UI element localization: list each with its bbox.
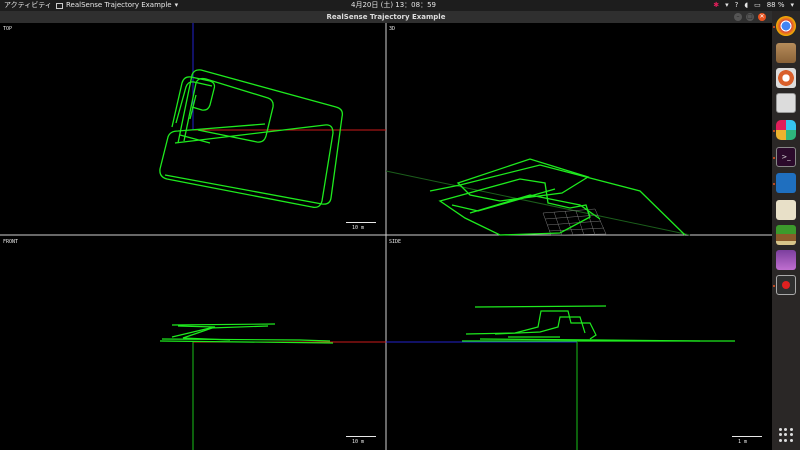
- maximize-button[interactable]: □: [746, 13, 754, 21]
- app-menu[interactable]: RealSense Trajectory Example ▾: [56, 0, 178, 11]
- record-dot: [782, 281, 790, 289]
- running-indicator: [773, 285, 775, 287]
- volume-icon[interactable]: ◖: [744, 0, 748, 11]
- trajectory-viewer[interactable]: TOP 3D FRONT SIDE 10 m 10 m 1 m: [0, 23, 772, 450]
- 3d-view-y-axis: [385, 170, 691, 236]
- app-menu-label: RealSense Trajectory Example: [66, 1, 172, 9]
- battery-icon[interactable]: ▭: [754, 0, 761, 11]
- scale-line: [346, 436, 376, 437]
- 3d-view-grid: [542, 208, 607, 236]
- side-view-trajectory: [462, 305, 735, 342]
- side-view-scale-label: 1 m: [738, 439, 748, 445]
- minimize-button[interactable]: –: [734, 13, 742, 21]
- screen-recorder-icon[interactable]: [776, 275, 796, 295]
- slack-icon[interactable]: [776, 120, 796, 140]
- running-indicator: [773, 26, 775, 28]
- show-apps-icon[interactable]: [779, 428, 793, 442]
- files-icon[interactable]: [776, 43, 796, 63]
- side-view-scale: 1 m: [732, 436, 762, 445]
- slack-tray-icon[interactable]: ✱: [713, 0, 719, 11]
- close-button[interactable]: ✕: [758, 13, 766, 21]
- question-icon[interactable]: ?: [735, 0, 739, 11]
- chevron-down-icon[interactable]: ▾: [790, 0, 794, 11]
- front-view-scale: 10 m: [346, 436, 376, 445]
- top-view-scale-label: 10 m: [352, 225, 365, 231]
- calculator-icon[interactable]: [776, 93, 796, 113]
- scale-line: [732, 436, 762, 437]
- clock[interactable]: 4月20日 (土) 13：08：59: [351, 0, 436, 11]
- document-icon[interactable]: [776, 200, 796, 220]
- system-top-bar: アクティビティ RealSense Trajectory Example ▾ 4…: [0, 0, 800, 11]
- activities-button[interactable]: アクティビティ: [4, 0, 52, 11]
- settings-icon[interactable]: [776, 68, 796, 88]
- application-dock: >_: [772, 11, 800, 450]
- top-view-label: TOP: [3, 26, 13, 32]
- app-window-icon: [56, 2, 63, 9]
- window-title: RealSense Trajectory Example: [326, 13, 446, 21]
- 3d-view-trajectory: [429, 158, 686, 236]
- chrome-icon[interactable]: [776, 16, 796, 36]
- chevron-down-icon: ▾: [174, 1, 179, 9]
- 3d-view-label: 3D: [389, 26, 396, 32]
- system-tray[interactable]: ✱ ▾ ? ◖ ▭ 88 % ▾: [713, 0, 794, 11]
- front-view-label: FRONT: [3, 239, 19, 245]
- vscode-icon[interactable]: [776, 173, 796, 193]
- running-indicator: [773, 157, 775, 159]
- top-view-scale: 10 m: [346, 222, 376, 231]
- viewer-svg[interactable]: [0, 23, 772, 450]
- front-view-scale-label: 10 m: [352, 439, 365, 445]
- side-view-label: SIDE: [389, 239, 402, 245]
- scale-line: [346, 222, 376, 223]
- palm-tree-icon[interactable]: [776, 225, 796, 245]
- top-view-trajectory: [159, 69, 344, 209]
- battery-percent: 88 %: [766, 1, 785, 9]
- image-viewer-icon[interactable]: [776, 250, 796, 270]
- running-indicator: [773, 183, 775, 185]
- tray-menu-chevron-icon[interactable]: ▾: [725, 0, 729, 11]
- window-title-bar[interactable]: RealSense Trajectory Example – □ ✕: [0, 11, 772, 23]
- front-view-trajectory: [159, 323, 334, 344]
- terminal-icon[interactable]: >_: [776, 147, 796, 167]
- running-indicator: [773, 130, 775, 132]
